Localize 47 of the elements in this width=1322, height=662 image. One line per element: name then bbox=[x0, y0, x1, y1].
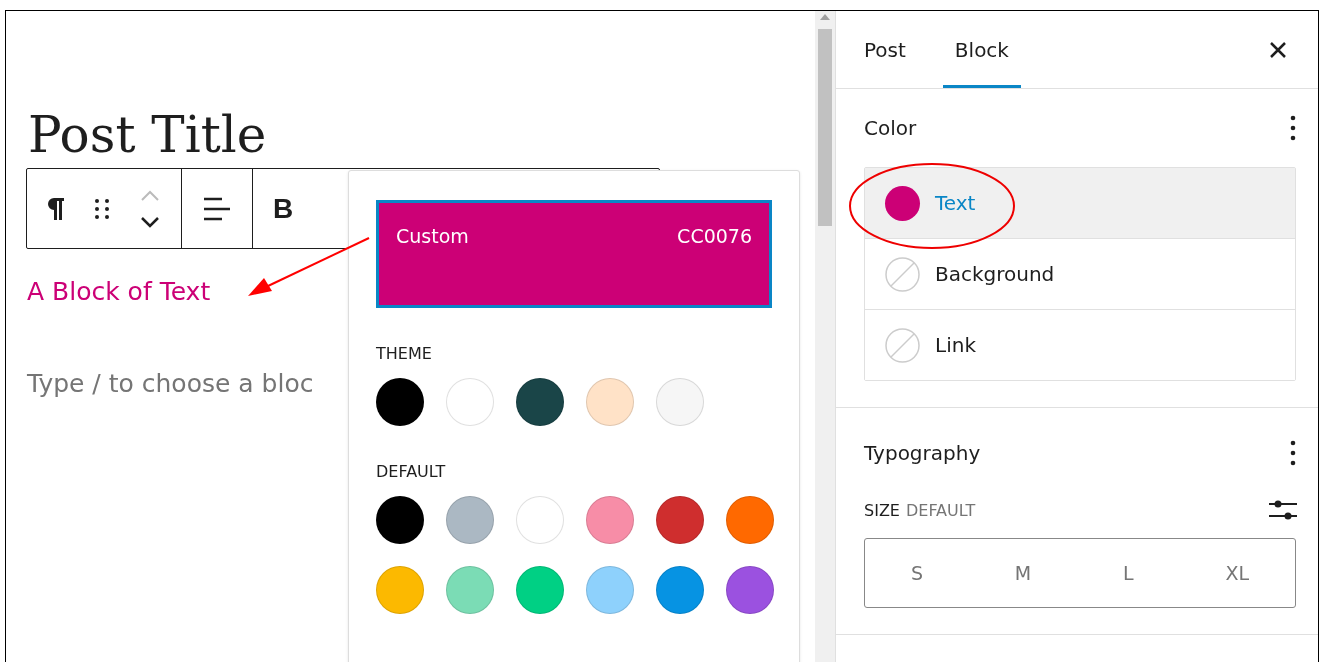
sidebar-tab[interactable]: Block bbox=[942, 11, 1021, 88]
panel-title: Color bbox=[864, 116, 917, 140]
bold-button[interactable]: B bbox=[269, 188, 298, 229]
color-swatch[interactable] bbox=[656, 378, 704, 426]
color-swatch[interactable] bbox=[516, 566, 564, 614]
no-color-icon bbox=[885, 327, 920, 363]
color-setting-item[interactable]: Text bbox=[865, 168, 1295, 238]
color-swatch[interactable] bbox=[376, 566, 424, 614]
color-swatch[interactable] bbox=[376, 378, 424, 426]
scroll-up-icon[interactable] bbox=[820, 14, 830, 20]
palette-label: DEFAULT bbox=[376, 462, 446, 481]
sidebar-tab[interactable]: Post bbox=[852, 11, 918, 88]
color-setting-label: Text bbox=[935, 191, 976, 215]
color-swatch[interactable] bbox=[726, 496, 774, 544]
color-setting-item[interactable]: Link bbox=[865, 309, 1295, 380]
font-size-option[interactable]: L bbox=[1109, 554, 1148, 592]
custom-color-swatch[interactable]: Custom CC0076 bbox=[376, 200, 772, 308]
color-swatch[interactable] bbox=[446, 496, 494, 544]
size-value: DEFAULT bbox=[905, 500, 976, 520]
font-size-option[interactable]: M bbox=[1000, 554, 1046, 592]
more-options-icon[interactable] bbox=[1290, 440, 1296, 466]
color-swatch[interactable] bbox=[376, 496, 424, 544]
more-options-icon[interactable] bbox=[1290, 115, 1296, 141]
color-swatch[interactable] bbox=[516, 496, 564, 544]
sliders-icon[interactable] bbox=[1268, 498, 1298, 522]
palette-label: THEME bbox=[376, 344, 432, 363]
color-swatch[interactable] bbox=[446, 378, 494, 426]
size-label: SIZE bbox=[864, 500, 900, 520]
color-setting-label: Background bbox=[935, 262, 1055, 286]
block-placeholder[interactable]: Type / to choose a bloc bbox=[27, 369, 314, 398]
color-swatch[interactable] bbox=[586, 496, 634, 544]
scrollbar[interactable] bbox=[815, 11, 835, 662]
color-swatch[interactable] bbox=[586, 378, 634, 426]
color-swatch[interactable] bbox=[446, 566, 494, 614]
color-setting-label: Link bbox=[935, 333, 976, 357]
font-size-option[interactable]: S bbox=[896, 554, 937, 592]
text-block[interactable]: A Block of Text bbox=[27, 277, 211, 306]
color-swatch[interactable] bbox=[656, 566, 704, 614]
font-size-option[interactable]: XL bbox=[1211, 554, 1264, 592]
panel-title: Typography bbox=[864, 441, 981, 465]
color-swatch[interactable] bbox=[656, 496, 704, 544]
color-swatch[interactable] bbox=[726, 566, 774, 614]
no-color-icon bbox=[885, 256, 920, 292]
color-swatch[interactable] bbox=[586, 566, 634, 614]
scrollbar-thumb[interactable] bbox=[818, 29, 832, 226]
color-swatch[interactable] bbox=[516, 378, 564, 426]
post-title: Post Title bbox=[28, 107, 267, 163]
